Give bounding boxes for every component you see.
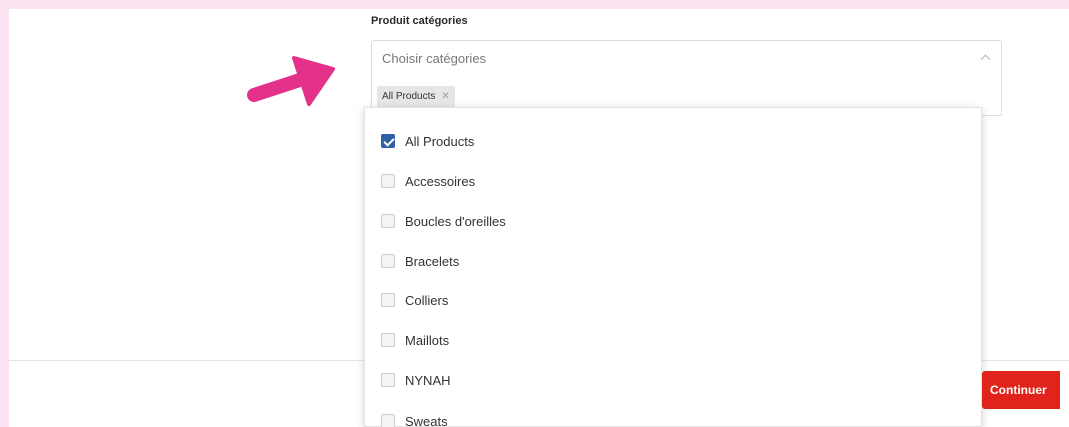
option-label: All Products <box>405 133 475 149</box>
option-accessoires[interactable]: Accessoires <box>381 171 475 191</box>
option-label: Accessoires <box>405 173 476 189</box>
option-label: NYNAH <box>405 372 451 388</box>
option-bracelets[interactable]: Bracelets <box>381 251 459 271</box>
option-label: Boucles d'oreilles <box>405 213 506 229</box>
option-colliers[interactable]: Colliers <box>381 290 448 310</box>
select-placeholder: Choisir catégories <box>382 51 487 66</box>
checkbox[interactable] <box>381 373 395 387</box>
checkbox[interactable] <box>381 214 395 228</box>
chevron-up-icon[interactable] <box>980 54 991 65</box>
checkbox[interactable] <box>381 293 395 307</box>
option-sweats[interactable]: Sweats <box>381 411 448 427</box>
option-label: Colliers <box>405 292 449 308</box>
selected-tag: All Products ✕ <box>377 86 455 107</box>
tag-label: All Products <box>382 91 436 102</box>
option-label: Maillots <box>405 332 450 348</box>
option-all-products[interactable]: All Products <box>381 131 474 151</box>
checkbox[interactable] <box>381 174 395 188</box>
checkbox[interactable] <box>381 414 395 427</box>
option-label: Bracelets <box>405 253 460 269</box>
category-dropdown-list: All Products Accessoires Boucles d'oreil… <box>364 107 982 427</box>
option-boucles-doreilles[interactable]: Boucles d'oreilles <box>381 211 506 231</box>
section-label: Produit catégories <box>371 15 468 27</box>
close-icon[interactable]: ✕ <box>441 91 449 102</box>
checkbox[interactable] <box>381 254 395 268</box>
continue-button[interactable]: Continuer <box>982 371 1060 409</box>
option-label: Sweats <box>405 413 448 427</box>
category-select[interactable]: Choisir catégories <box>371 40 1002 77</box>
checkbox[interactable] <box>381 333 395 347</box>
option-nynah[interactable]: NYNAH <box>381 370 451 390</box>
option-maillots[interactable]: Maillots <box>381 330 449 350</box>
checkbox-checked[interactable] <box>381 134 395 148</box>
